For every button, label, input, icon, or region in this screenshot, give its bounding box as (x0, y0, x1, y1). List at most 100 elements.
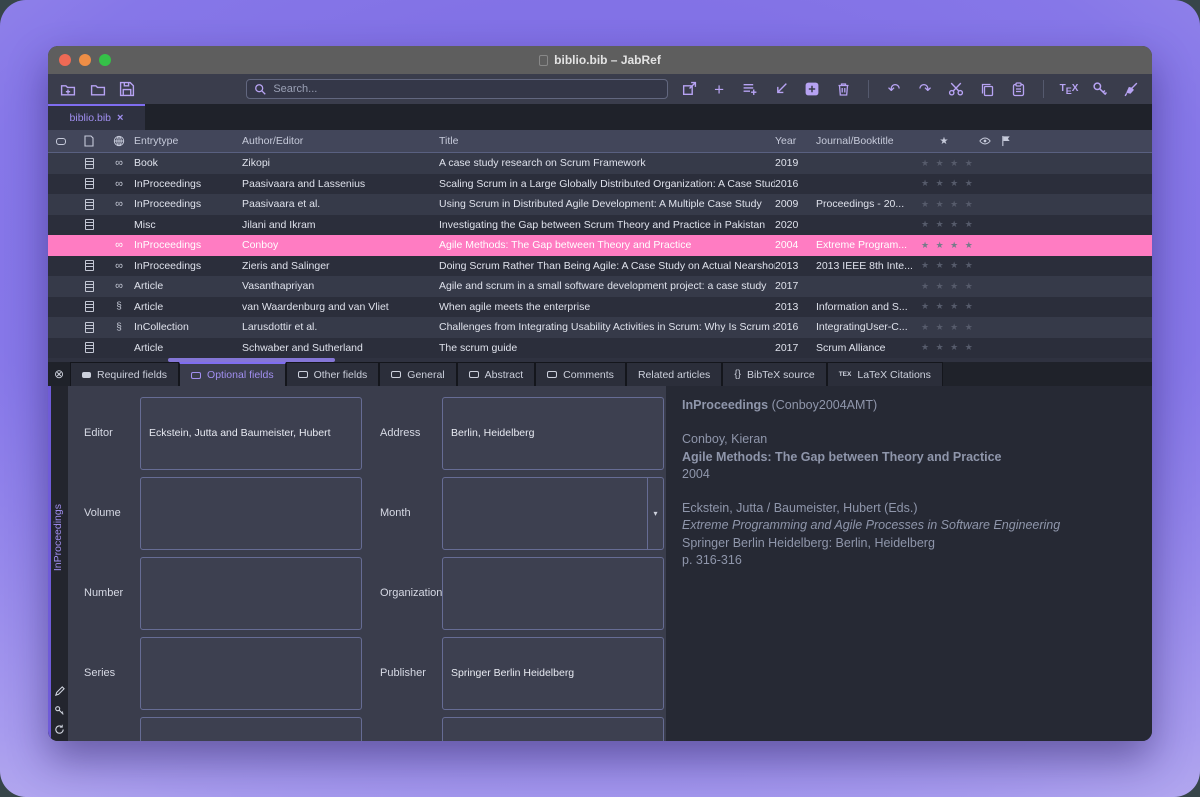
field-input[interactable] (140, 477, 362, 550)
preview-pages: p. 316-316 (682, 552, 1136, 569)
delete-entry-button[interactable] (834, 80, 852, 98)
journal-column-header[interactable]: Journal/Booktitle (816, 135, 913, 147)
new-entry-button[interactable]: + (710, 80, 728, 98)
new-entry-box-button[interactable] (803, 80, 821, 98)
field-input[interactable]: Eckstein, Jutta and Baumeister, Hubert (140, 397, 362, 470)
key-icon[interactable] (54, 704, 66, 716)
close-entry-editor-button[interactable]: ⊗ (48, 362, 70, 386)
cut-button[interactable] (947, 80, 965, 98)
title-column-header[interactable]: Title (439, 135, 775, 147)
relevance-column-header[interactable] (995, 135, 1017, 147)
link-icon (104, 280, 134, 292)
journal-cell: IntegratingUser-C... (816, 321, 913, 333)
import-entries-button[interactable] (772, 80, 790, 98)
rating-stars[interactable]: ★ ★ ★ ★ ★ (913, 342, 975, 353)
entry-editor-tab[interactable]: BibTeX source (722, 362, 826, 386)
rating-stars[interactable]: ★ ★ ★ ★ ★ (913, 322, 975, 333)
save-library-button[interactable] (119, 80, 135, 98)
table-row[interactable]: InProceedings Paasivaara et al. Using Sc… (48, 194, 1152, 215)
cleanup-entries-button[interactable] (1122, 80, 1140, 98)
title-cell: A case study research on Scrum Framework (439, 157, 775, 169)
year-column-header[interactable]: Year (775, 135, 816, 147)
ranking-column-header[interactable]: ★ (913, 136, 975, 147)
entry-editor-tab[interactable]: Other fields (286, 362, 380, 386)
priority-column-header[interactable] (975, 135, 995, 147)
table-row[interactable]: InCollection Larusdottir et al. Challeng… (48, 317, 1152, 338)
field-input[interactable] (140, 637, 362, 710)
generate-citekey-button[interactable] (1091, 80, 1109, 98)
table-row[interactable]: InProceedings Conboy Agile Methods: The … (48, 235, 1152, 256)
field-value: Berlin, Heidelberg (451, 427, 534, 439)
paste-button[interactable] (1009, 80, 1027, 98)
table-row[interactable]: Book Zikopi A case study research on Scr… (48, 153, 1152, 174)
year-cell: 2020 (775, 219, 816, 231)
read-status-column-header[interactable] (48, 138, 74, 145)
open-search-window-icon[interactable] (681, 80, 697, 98)
rating-stars[interactable]: ★ ★ ★ ★ ★ (913, 260, 975, 271)
table-horizontal-scrollbar[interactable] (48, 358, 1152, 362)
search-field[interactable] (246, 79, 667, 99)
table-row[interactable]: InProceedings Paasivaara and Lassenius S… (48, 174, 1152, 195)
rating-stars[interactable]: ★ ★ ★ ★ ★ (913, 178, 975, 189)
new-entry-plaintext-button[interactable] (741, 80, 759, 98)
open-library-button[interactable] (89, 80, 105, 98)
table-row[interactable]: Article Vasanthapriyan Agile and scrum i… (48, 276, 1152, 297)
table-row[interactable]: Misc Jilani and Ikram Investigating the … (48, 215, 1152, 236)
entry-editor-body: InProceedings Editor Eckstei (48, 386, 1152, 741)
refresh-icon[interactable] (54, 723, 66, 735)
library-tab[interactable]: biblio.bib × (48, 104, 145, 130)
new-library-button[interactable] (60, 80, 76, 98)
preview-citekey: (Conboy2004AMT) (768, 398, 877, 412)
entry-editor-tab[interactable]: Abstract (457, 362, 536, 386)
field-label: Number (84, 587, 136, 599)
push-to-tex-button[interactable]: TEX (1060, 80, 1078, 98)
title-cell: Scaling Scrum in a Large Globally Distri… (439, 178, 775, 190)
undo-button[interactable]: ↶ (885, 80, 903, 98)
entry-editor-tools (51, 685, 68, 735)
author-cell: Vasanthapriyan (242, 280, 439, 292)
field-label: Editor (84, 427, 136, 439)
field-input[interactable]: Berlin, Heidelberg (442, 397, 664, 470)
rating-stars[interactable]: ★ ★ ★ ★ ★ (913, 219, 975, 230)
field-input[interactable] (442, 717, 664, 742)
rating-stars[interactable]: ★ ★ ★ ★ ★ (913, 301, 975, 312)
redo-button[interactable]: ↷ (916, 80, 934, 98)
file-attached-icon (74, 178, 104, 189)
table-row[interactable]: Article van Waardenburg and van Vliet Wh… (48, 297, 1152, 318)
field-input[interactable] (140, 557, 362, 630)
year-cell: 2013 (775, 260, 816, 272)
table-row[interactable]: InProceedings Zieris and Salinger Doing … (48, 256, 1152, 277)
rating-stars[interactable]: ★ ★ ★ ★ ★ (913, 158, 975, 169)
entrytype-column-header[interactable]: Entrytype (134, 135, 242, 147)
edit-icon[interactable] (54, 685, 66, 697)
author-cell: Paasivaara et al. (242, 198, 439, 210)
preview-entrytype: InProceedings (682, 398, 768, 412)
entry-editor-tab[interactable]: Required fields (70, 362, 179, 386)
entry-editor-tab[interactable]: LaTeX Citations (827, 362, 943, 386)
rating-stars[interactable]: ★ ★ ★ ★ ★ (913, 281, 975, 292)
rating-stars[interactable]: ★ ★ ★ ★ ★ (913, 199, 975, 210)
field-input[interactable]: Springer Berlin Heidelberg (442, 637, 664, 710)
entry-editor-tab[interactable]: Related articles (626, 362, 722, 386)
tab-label: Other fields (314, 369, 368, 381)
entry-table: Book Zikopi A case study research on Scr… (48, 153, 1152, 358)
entry-editor-tab[interactable]: Comments (535, 362, 626, 386)
tab-close-icon[interactable]: × (117, 112, 123, 124)
copy-button[interactable] (978, 80, 996, 98)
search-icon (254, 83, 267, 96)
author-column-header[interactable]: Author/Editor (242, 135, 439, 147)
table-row[interactable]: Article Schwaber and Sutherland The scru… (48, 338, 1152, 359)
search-input[interactable] (273, 83, 659, 95)
dropdown-arrow-icon[interactable] (647, 478, 663, 549)
scrollbar-thumb[interactable] (168, 358, 335, 362)
web-column-header[interactable] (104, 135, 134, 147)
entry-editor-tab[interactable]: Optional fields (179, 362, 286, 386)
rating-stars[interactable]: ★ ★ ★ ★ ★ (913, 240, 975, 251)
file-column-header[interactable] (74, 135, 104, 147)
titlebar[interactable]: biblio.bib – JabRef (48, 46, 1152, 74)
tab-label: Related articles (638, 369, 710, 381)
field-input[interactable] (442, 557, 664, 630)
field-input[interactable]: 316--316 (140, 717, 362, 742)
field-input[interactable] (442, 477, 664, 550)
entry-editor-tab[interactable]: General (379, 362, 456, 386)
